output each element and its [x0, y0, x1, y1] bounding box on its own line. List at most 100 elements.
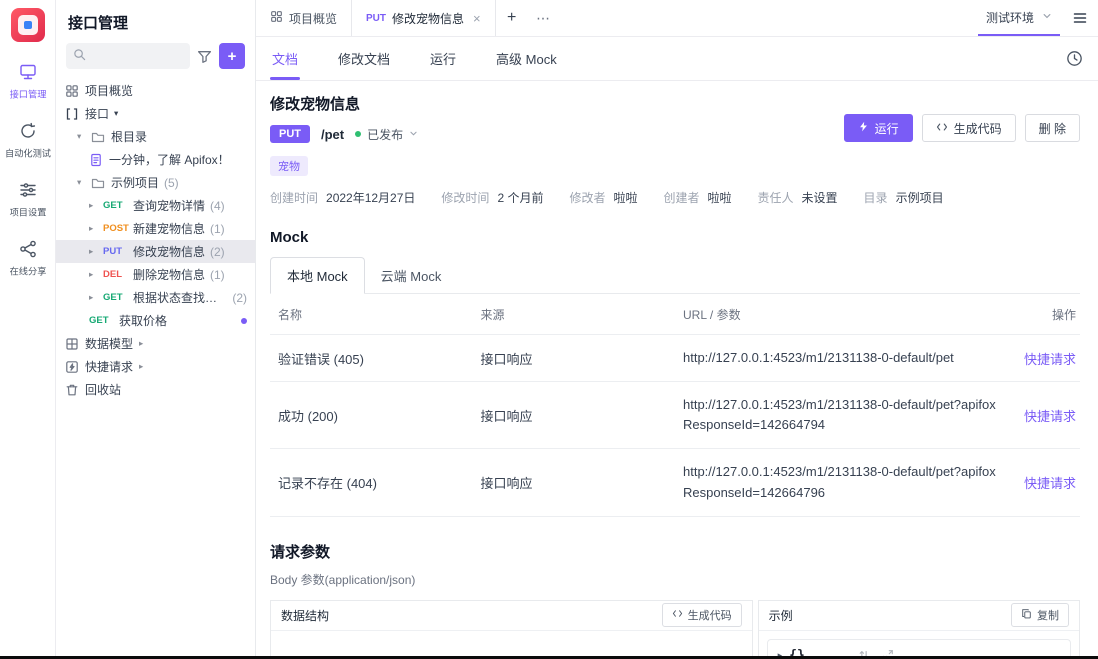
tree-item-count: (1): [210, 268, 225, 282]
mock-url: http://127.0.0.1:4523/m1/2131138-0-defau…: [675, 382, 1007, 449]
doc-icon: [89, 153, 103, 167]
rail-item-api-management[interactable]: 接口管理: [8, 62, 48, 101]
tab-label: 高级 Mock: [496, 49, 557, 68]
column-header-source: 来源: [473, 294, 676, 335]
schema-generate-code-button[interactable]: 生成代码: [662, 603, 742, 627]
nav-rail: 接口管理 自动化测试 项目设置 在线分享: [0, 0, 56, 659]
tree-item-intro-doc[interactable]: 一分钟，了解 Apifox！: [56, 148, 255, 171]
sidebar-title: 接口管理: [56, 8, 255, 43]
mock-source: 接口响应: [473, 335, 676, 382]
overview-grid-icon: [65, 84, 79, 98]
mock-url: http://127.0.0.1:4523/m1/2131138-0-defau…: [675, 335, 1007, 382]
tab-doc[interactable]: 文档: [270, 37, 300, 80]
button-label: 删 除: [1039, 120, 1066, 137]
plus-icon: +: [507, 9, 516, 27]
tree-item-label: 快捷请求: [85, 358, 133, 375]
status-dot: [355, 131, 361, 137]
rail-item-project-settings[interactable]: 项目设置: [8, 180, 48, 219]
mock-section-title: Mock: [270, 229, 1080, 246]
code-icon: [936, 121, 948, 136]
mock-name: 成功 (200): [270, 382, 473, 449]
schema-body: object{0}: [271, 631, 752, 659]
filter-icon[interactable]: [197, 49, 212, 64]
tab-advanced-mock[interactable]: 高级 Mock: [494, 37, 559, 80]
code-icon: [672, 608, 683, 622]
tree-item-data-models[interactable]: 数据模型 ▸: [56, 332, 255, 355]
tab-project-overview[interactable]: 项目概览: [256, 0, 351, 36]
search-box[interactable]: [66, 43, 190, 69]
request-params-title: 请求参数: [270, 541, 1080, 562]
meta-creator: 创建者啦啦: [663, 189, 731, 206]
request-body-panels: 数据结构 生成代码 object{0} 示例: [270, 600, 1080, 659]
history-icon[interactable]: [1065, 37, 1084, 80]
plus-icon: +: [228, 48, 237, 65]
tree-item-root-folder[interactable]: ▾ 根目录: [56, 125, 255, 148]
tab-edit-doc[interactable]: 修改文档: [336, 37, 392, 80]
rail-item-label: 自动化测试: [5, 146, 51, 160]
tree-item-endpoint-post-pet[interactable]: ▸ POST 新建宠物信息 (1): [56, 217, 255, 240]
new-tab-button[interactable]: +: [496, 0, 528, 36]
tree-item-apis[interactable]: 接口 ▾: [56, 102, 255, 125]
copy-button[interactable]: 复制: [1011, 603, 1069, 627]
status-dropdown[interactable]: 已发布: [355, 126, 418, 143]
rail-item-automated-testing[interactable]: 自动化测试: [3, 121, 53, 160]
tree-item-label: 查询宠物详情: [133, 197, 205, 214]
copy-icon: [1021, 608, 1032, 622]
quick-request-link[interactable]: 快捷请求: [1024, 476, 1076, 491]
sliders-icon: [18, 180, 38, 200]
add-api-button[interactable]: +: [219, 43, 245, 69]
meta-owner: 责任人未设置: [758, 189, 838, 206]
tree-item-count: (1): [210, 222, 225, 236]
tree-item-count: (2): [210, 245, 225, 259]
delete-button[interactable]: 删 除: [1025, 114, 1080, 142]
tag-pet: 宠物: [270, 156, 308, 176]
generate-code-button[interactable]: 生成代码: [922, 114, 1016, 142]
tab-label: 云端 Mock: [381, 269, 442, 284]
schema-panel: 数据结构 生成代码 object{0}: [270, 600, 753, 659]
rail-item-label: 项目设置: [9, 205, 46, 219]
tree-item-count: (5): [164, 176, 179, 190]
tab-more-button[interactable]: ⋯: [528, 0, 560, 36]
button-label: 生成代码: [688, 607, 732, 623]
tree-item-endpoint-find-by-status[interactable]: ▸ GET 根据状态查找宠物列表 (2): [56, 286, 255, 309]
tab-local-mock[interactable]: 本地 Mock: [270, 257, 365, 294]
tab-put-pet[interactable]: PUT 修改宠物信息 ×: [351, 0, 496, 36]
automated-testing-icon: [18, 121, 38, 141]
hamburger-menu-icon[interactable]: [1072, 10, 1088, 26]
tree-item-label: 项目概览: [85, 82, 133, 99]
header-actions: 运行 生成代码 删 除: [844, 114, 1080, 142]
caret-right-icon: ▸: [89, 223, 103, 234]
environment-label: 测试环境: [986, 9, 1034, 26]
tree-item-recycle-bin[interactable]: 回收站: [56, 378, 255, 401]
tree-item-endpoint-get-price[interactable]: GET 获取价格: [56, 309, 255, 332]
close-icon[interactable]: ×: [473, 11, 481, 26]
quick-request-link[interactable]: 快捷请求: [1024, 409, 1076, 424]
tab-cloud-mock[interactable]: 云端 Mock: [365, 258, 458, 293]
method-badge: PUT: [103, 246, 133, 257]
search-input[interactable]: [91, 49, 183, 63]
caret-down-icon: ▾: [77, 177, 91, 188]
method-badge: GET: [103, 200, 133, 211]
apifox-logo[interactable]: [11, 8, 45, 42]
tree-item-quick-request[interactable]: 快捷请求 ▸: [56, 355, 255, 378]
chevron-down-icon: [1042, 10, 1052, 24]
caret-right-icon: ▸: [89, 200, 103, 211]
tree-item-endpoint-del-pet[interactable]: ▸ DEL 删除宠物信息 (1): [56, 263, 255, 286]
tree-item-endpoint-get-pet-detail[interactable]: ▸ GET 查询宠物详情 (4): [56, 194, 255, 217]
column-header-action: 操作: [1007, 294, 1080, 335]
endpoint-header: 修改宠物信息 PUT /pet 已发布 运行: [270, 93, 1080, 143]
tree-item-endpoint-put-pet[interactable]: ▸ PUT 修改宠物信息 (2): [56, 240, 255, 263]
rail-item-online-share[interactable]: 在线分享: [8, 239, 48, 278]
mock-name: 验证错误 (405): [270, 335, 473, 382]
tree-item-example-project-folder[interactable]: ▾ 示例项目 (5): [56, 171, 255, 194]
mock-table: 名称 来源 URL / 参数 操作 验证错误 (405) 接口响应 http:/…: [270, 294, 1080, 517]
body-params-label: Body 参数(application/json): [270, 571, 1080, 588]
environment-select[interactable]: 测试环境: [978, 0, 1060, 36]
meta-modifier: 修改者啦啦: [569, 189, 637, 206]
table-row: 记录不存在 (404) 接口响应 http://127.0.0.1:4523/m…: [270, 449, 1080, 516]
tree-item-project-overview[interactable]: 项目概览: [56, 79, 255, 102]
chevron-down-icon: [409, 127, 418, 141]
tab-run[interactable]: 运行: [428, 37, 458, 80]
quick-request-link[interactable]: 快捷请求: [1024, 352, 1076, 367]
run-button[interactable]: 运行: [844, 114, 913, 142]
